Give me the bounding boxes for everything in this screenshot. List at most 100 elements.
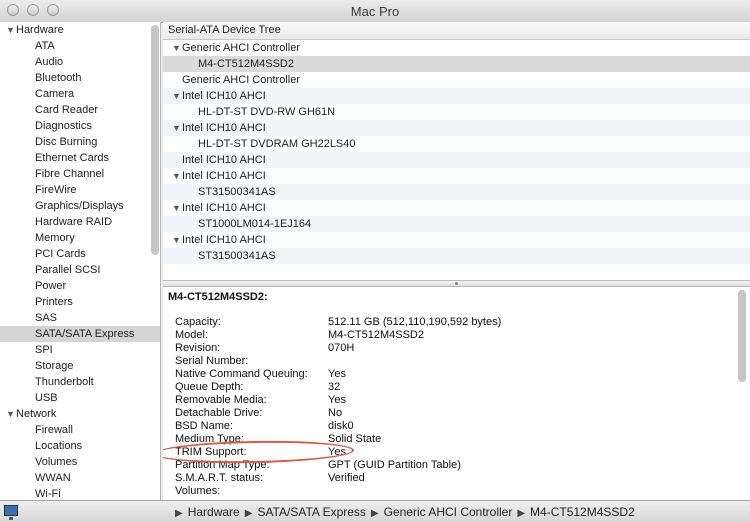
sidebar-item[interactable]: Hardware RAID [0, 214, 160, 230]
tree-row-label: HL-DT-ST DVD-RW GH61N [198, 106, 336, 118]
path-separator-icon: ▶ [175, 508, 183, 519]
sidebar-scrollbar[interactable] [151, 25, 159, 255]
sidebar-item[interactable]: Printers [0, 294, 160, 310]
sidebar-item[interactable]: ATA [0, 38, 160, 54]
sidebar-item[interactable]: Graphics/Displays [0, 198, 160, 214]
sidebar-item[interactable]: Memory [0, 230, 160, 246]
disclosure-triangle-icon[interactable]: ▼ [172, 168, 182, 184]
sidebar-item[interactable]: Audio [0, 54, 160, 70]
breadcrumb-item[interactable]: M4-CT512M4SSD2 [530, 505, 635, 519]
sidebar: ▼Hardware ATA Audio Bluetooth Camera Card Rea… [0, 22, 161, 500]
tree-row[interactable]: ST31500341AS [163, 248, 750, 264]
sidebar-item[interactable]: Card Reader [0, 102, 160, 118]
property-value: No [328, 407, 343, 419]
tree-row-label: Intel ICH10 AHCI [182, 202, 266, 214]
computer-icon [4, 505, 18, 520]
tree-row[interactable]: ▼Generic AHCI Controller [163, 40, 750, 56]
tree-row[interactable]: ▼Intel ICH10 AHCI [163, 88, 750, 104]
sidebar-item[interactable]: USB [0, 390, 160, 406]
property-name: BSD Name: [175, 420, 234, 432]
property-value: GPT (GUID Partition Table) [328, 459, 461, 471]
property-value: Yes [328, 368, 346, 380]
disclosure-triangle-icon[interactable]: ▼ [172, 40, 182, 56]
sidebar-item[interactable]: SAS [0, 310, 160, 326]
disclosure-triangle-icon[interactable]: ▼ [6, 22, 16, 38]
property-value: Yes [328, 394, 346, 406]
title-bar: Mac Pro [0, 0, 750, 23]
sidebar-item[interactable]: WWAN [0, 470, 160, 486]
tree-row-label: Generic AHCI Controller [182, 42, 300, 54]
property-name: S.M.A.R.T. status: [175, 472, 264, 484]
tree-row-label: Intel ICH10 AHCI [182, 90, 266, 102]
sidebar-item[interactable]: Volumes [0, 454, 160, 470]
splitter-handle-icon [455, 282, 458, 285]
path-separator-icon: ▶ [517, 508, 526, 519]
sidebar-item[interactable]: Diagnostics [0, 118, 160, 134]
disclosure-triangle-icon[interactable]: ▼ [172, 120, 182, 136]
sidebar-item[interactable]: Camera [0, 86, 160, 102]
sidebar-item[interactable]: Ethernet Cards [0, 150, 160, 166]
tree-row[interactable]: Generic AHCI Controller [163, 72, 750, 88]
disclosure-triangle-icon[interactable]: ▼ [6, 406, 16, 422]
tree-row[interactable]: ▼Intel ICH10 AHCI [163, 200, 750, 216]
tree-column-header[interactable]: Serial-ATA Device Tree [163, 22, 750, 40]
path-bar: ▶ Hardware ▶ SATA/SATA Express ▶ Generic AHCI… [0, 500, 750, 522]
sidebar-item[interactable]: FireWire [0, 182, 160, 198]
sidebar-item[interactable]: SATA/SATA Express [0, 326, 160, 342]
property-value: Verified [328, 472, 365, 484]
property-name: Capacity: [175, 316, 221, 328]
disclosure-triangle-icon[interactable]: ▼ [172, 232, 182, 248]
tree-row[interactable]: HL-DT-ST DVDRAM GH22LS40 [163, 136, 750, 152]
property-name: Volumes: [175, 485, 221, 497]
tree-row[interactable]: Intel ICH10 AHCI [163, 152, 750, 168]
sidebar-item[interactable]: Disc Burning [0, 134, 160, 150]
tree-row[interactable]: ST31500341AS [163, 184, 750, 200]
sidebar-item[interactable]: Firewall [0, 422, 160, 438]
property-value: 32 [328, 381, 341, 393]
breadcrumb-item[interactable]: Hardware [188, 505, 240, 519]
property-value: disk0 [328, 420, 354, 432]
tree-row-label: ST31500341AS [198, 186, 276, 198]
path-separator-icon: ▶ [370, 508, 379, 519]
sidebar-item[interactable]: Locations [0, 438, 160, 454]
detail-pane: M4-CT512M4SSD2: Capacity: 512.11 GB (512,… [163, 287, 750, 500]
sidebar-section[interactable]: ▼Hardware [0, 22, 160, 38]
breadcrumb-item[interactable]: Generic AHCI Controller [384, 505, 513, 519]
disclosure-triangle-icon[interactable]: ▼ [172, 88, 182, 104]
tree-row[interactable]: ST1000LM014-1EJ164 [163, 216, 750, 232]
sidebar-item[interactable]: PCI Cards [0, 246, 160, 262]
property-value: M4-CT512M4SSD2 [328, 329, 424, 341]
sidebar-item[interactable]: Parallel SCSI [0, 262, 160, 278]
device-tree: Serial-ATA Device Tree ▼Generic AHCI Con… [163, 22, 750, 280]
sidebar-item[interactable]: Fibre Channel [0, 166, 160, 182]
window-title: Mac Pro [350, 4, 400, 19]
tree-row[interactable]: HL-DT-ST DVD-RW GH61N [163, 104, 750, 120]
property-name: Detachable Drive: [175, 407, 263, 419]
sidebar-item[interactable]: Bluetooth [0, 70, 160, 86]
tree-row-label: M4-CT512M4SSD2 [198, 58, 294, 70]
pane-splitter[interactable] [163, 280, 750, 287]
disclosure-triangle-icon[interactable]: ▼ [172, 200, 182, 216]
breadcrumb-item[interactable]: SATA/SATA Express [257, 505, 365, 519]
breadcrumb: ▶ Hardware ▶ SATA/SATA Express ▶ Generic AHCI… [170, 505, 635, 519]
property-name: Queue Depth: [175, 381, 244, 393]
tree-row-label: Intel ICH10 AHCI [182, 170, 266, 182]
property-name: Native Command Queuing: [175, 368, 308, 380]
tree-row-label: HL-DT-ST DVDRAM GH22LS40 [198, 138, 356, 150]
detail-scrollbar[interactable] [738, 290, 746, 382]
sidebar-item[interactable]: Power [0, 278, 160, 294]
sidebar-section[interactable]: ▼Network [0, 406, 160, 422]
tree-row[interactable]: ▼Intel ICH10 AHCI [163, 120, 750, 136]
tree-row[interactable]: ▼Intel ICH10 AHCI [163, 168, 750, 184]
sidebar-item[interactable]: Storage [0, 358, 160, 374]
sidebar-section-label: Hardware [16, 24, 64, 36]
property-value: 512.11 GB (512,110,190,592 bytes) [328, 316, 502, 328]
tree-row[interactable]: ▼Intel ICH10 AHCI [163, 232, 750, 248]
path-separator-icon: ▶ [244, 508, 253, 519]
sidebar-item[interactable]: SPI [0, 342, 160, 358]
tree-row[interactable]: M4-CT512M4SSD2 [163, 56, 750, 72]
sidebar-item[interactable]: Wi-Fi [0, 486, 160, 500]
tree-row-label: Generic AHCI Controller [182, 74, 300, 86]
tree-row-label: Intel ICH10 AHCI [182, 234, 266, 246]
sidebar-item[interactable]: Thunderbolt [0, 374, 160, 390]
